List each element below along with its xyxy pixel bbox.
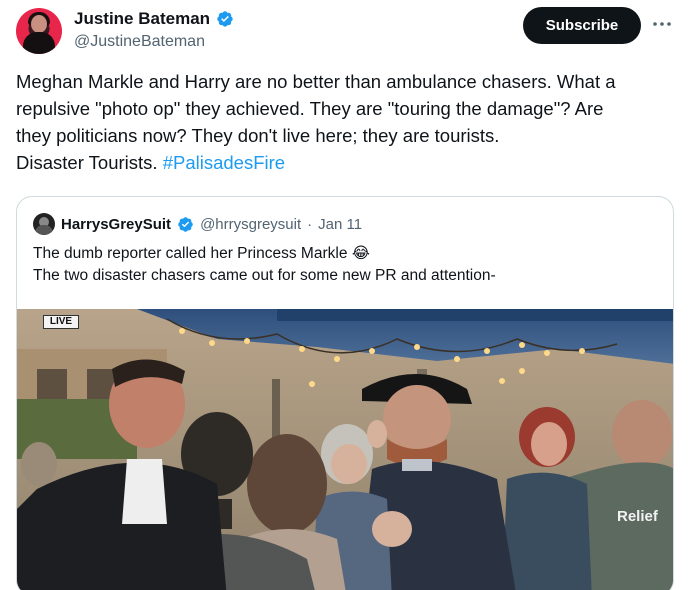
- author-handle[interactable]: @JustineBateman: [74, 33, 234, 51]
- quoted-author-handle[interactable]: @hrrysgreysuit: [200, 216, 301, 233]
- quoted-header: HarrysGreySuit @hrrysgreysuit · Jan 11: [33, 213, 362, 235]
- author-info: Justine Bateman @JustineBateman: [74, 8, 234, 51]
- tweet-line: they politicians now? They don't live he…: [16, 125, 500, 146]
- quoted-author-name[interactable]: HarrysGreySuit: [61, 216, 171, 233]
- tweet-text: Meghan Markle and Harry are no better th…: [16, 68, 684, 176]
- quoted-media-photo[interactable]: Relief LIVE: [17, 309, 673, 590]
- separator-dot: ·: [307, 215, 313, 233]
- verified-badge-icon: [178, 216, 193, 232]
- quoted-avatar-body: [35, 225, 53, 235]
- hashtag-link[interactable]: #PalisadesFire: [163, 152, 285, 173]
- vest-text: Relief: [617, 508, 659, 525]
- live-badge: LIVE: [43, 315, 79, 329]
- quoted-avatar: [33, 213, 55, 235]
- quoted-line: The dumb reporter called her Princess Ma…: [33, 245, 370, 262]
- subscribe-button[interactable]: Subscribe: [523, 7, 641, 44]
- quoted-line: The two disaster chasers came out for so…: [33, 267, 496, 284]
- more-options-button[interactable]: [650, 12, 674, 36]
- news-scene-illustration: Relief: [17, 309, 673, 590]
- tweet-line: Disaster Tourists.: [16, 152, 158, 173]
- author-avatar[interactable]: [16, 8, 62, 54]
- author-name-row: Justine Bateman: [74, 8, 234, 30]
- avatar-face: [31, 15, 47, 33]
- tweet-line-last: Disaster Tourists. #PalisadesFire: [16, 149, 684, 176]
- author-name[interactable]: Justine Bateman: [74, 9, 210, 29]
- tweet-line: repulsive "photo op" they achieved. They…: [16, 98, 604, 119]
- quoted-tweet[interactable]: HarrysGreySuit @hrrysgreysuit · Jan 11 T…: [16, 196, 674, 590]
- quoted-date[interactable]: Jan 11: [318, 216, 362, 233]
- tweet-line: Meghan Markle and Harry are no better th…: [16, 71, 616, 92]
- avatar-shoulders: [23, 32, 55, 54]
- quoted-text: The dumb reporter called her Princess Ma…: [33, 243, 663, 287]
- more-horizontal-icon: [653, 22, 671, 26]
- verified-badge-icon: [217, 11, 233, 27]
